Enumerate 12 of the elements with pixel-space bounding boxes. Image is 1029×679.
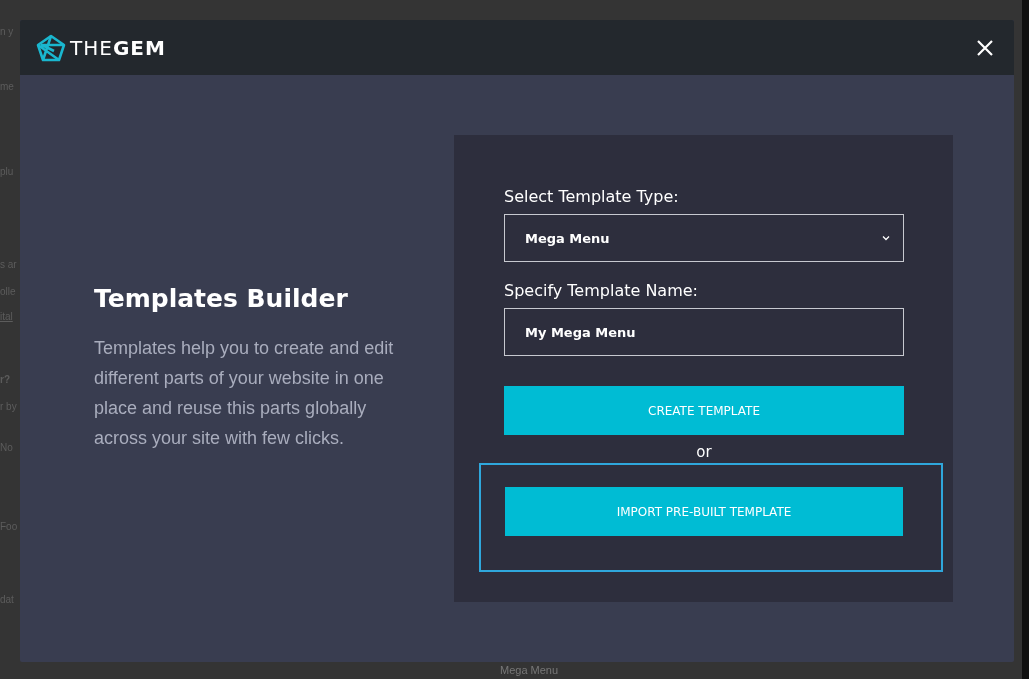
template-name-input[interactable]: My Mega Menu — [504, 308, 904, 356]
pentagon-logo-icon — [36, 33, 66, 62]
field-label: Select Template Type: — [504, 187, 680, 206]
dialog-title: Templates Builder — [94, 284, 349, 313]
menu-item-text: Mega Menu — [500, 664, 559, 677]
logo-text: THEGEM — [70, 35, 166, 60]
template-type-dropdown[interactable]: Mega Menu — [504, 214, 904, 262]
field-label: Specify Template Name: — [504, 281, 699, 300]
description-text: Templates help you to create and edit different parts of your website in one place and reuse this parts globally across your site with few clicks. — [94, 337, 394, 450]
chevron-down-icon — [881, 233, 891, 243]
separator-text: or — [695, 443, 713, 461]
close-icon[interactable] — [976, 38, 994, 57]
